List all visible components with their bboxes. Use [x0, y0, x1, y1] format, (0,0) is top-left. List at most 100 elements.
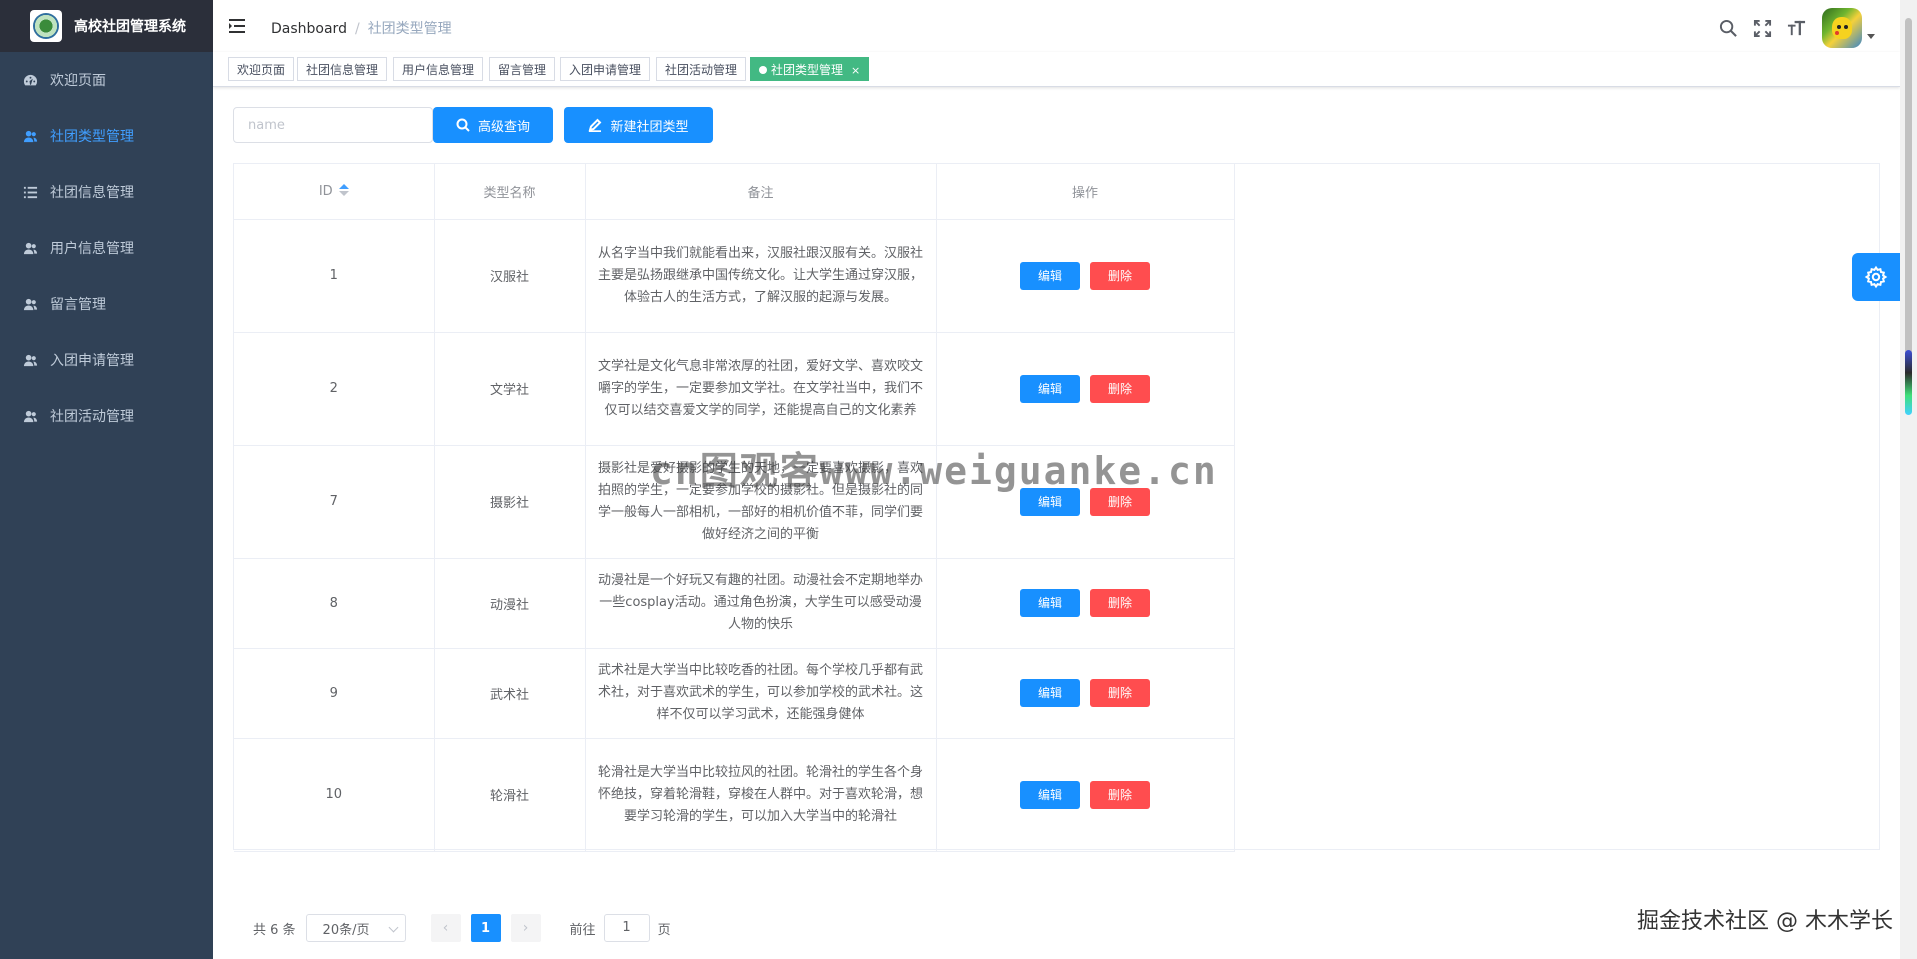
user-icon — [22, 128, 38, 144]
table-row: 10 轮滑社 轮滑社是大学当中比较拉风的社团。轮滑社的学生各个身怀绝技，穿着轮滑… — [234, 738, 1235, 852]
prev-page-button[interactable]: ‹ — [430, 914, 461, 942]
edit-button[interactable]: 编辑 — [1020, 679, 1080, 707]
column-header-name: 类型名称 — [434, 164, 586, 220]
fullscreen-icon[interactable] — [1752, 18, 1772, 38]
navbar-right — [1704, 8, 1875, 48]
user-avatar[interactable] — [1822, 8, 1862, 48]
cell-actions: 编辑 删除 — [936, 219, 1235, 333]
hamburger-icon[interactable] — [228, 17, 246, 35]
cell-remark: 从名字当中我们就能看出来，汉服社跟汉服有关。汉服社主要是弘扬跟继承中国传统文化。… — [585, 219, 937, 333]
dashboard-icon — [22, 72, 38, 88]
tag-applications[interactable]: 入团申请管理 — [560, 57, 651, 81]
search-icon[interactable] — [1718, 18, 1738, 38]
sidebar-item-label: 社团类型管理 — [50, 129, 134, 145]
scroll-indicator-icon — [1905, 350, 1912, 415]
user-icon — [22, 240, 38, 256]
edit-button[interactable]: 编辑 — [1020, 374, 1080, 403]
table-row: 8 动漫社 动漫社是一个好玩又有趣的社团。动漫社会不定期地举办一些cosplay… — [234, 558, 1235, 649]
delete-button[interactable]: 删除 — [1090, 679, 1150, 707]
edit-icon — [589, 118, 602, 132]
page-size-value: 20条/页 — [322, 922, 370, 938]
table-row: 9 武术社 武术社是大学当中比较吃香的社团。每个学校几乎都有武术社，对于喜欢武术… — [234, 648, 1235, 739]
search-icon — [456, 118, 470, 132]
sort-icon[interactable] — [338, 184, 349, 198]
sidebar-item-user-info[interactable]: 用户信息管理 — [0, 220, 213, 276]
delete-button[interactable]: 删除 — [1090, 589, 1150, 617]
sidebar-item-club-info[interactable]: 社团信息管理 — [0, 164, 213, 220]
cell-name: 动漫社 — [434, 558, 586, 649]
pagination: 共 6 条 20条/页 ‹ 1 › 前往 1 页 — [253, 914, 671, 942]
sidebar-item-label: 入团申请管理 — [50, 353, 134, 369]
delete-button[interactable]: 删除 — [1090, 780, 1150, 809]
delete-button[interactable]: 删除 — [1090, 374, 1150, 403]
gear-icon — [1864, 265, 1888, 289]
list-icon — [22, 184, 38, 200]
sidebar-item-label: 用户信息管理 — [50, 241, 134, 257]
column-header-id[interactable]: ID — [234, 164, 435, 220]
table-row: 2 文学社 文学社是文化气息非常浓厚的社团，爱好文学、喜欢咬文嚼字的学生，一定要… — [234, 332, 1235, 446]
breadcrumb-home[interactable]: Dashboard — [271, 21, 347, 37]
cell-id: 10 — [234, 738, 435, 852]
sidebar-item-label: 社团信息管理 — [50, 185, 134, 201]
cell-actions: 编辑 删除 — [936, 648, 1235, 739]
cell-id: 2 — [234, 332, 435, 446]
cell-name: 汉服社 — [434, 219, 586, 333]
brand[interactable]: 高校社团管理系统 — [0, 0, 213, 52]
search-input[interactable] — [233, 107, 433, 143]
delete-button[interactable]: 删除 — [1090, 261, 1150, 290]
navbar: Dashboard / 社团类型管理 — [213, 0, 1917, 52]
tag-messages[interactable]: 留言管理 — [489, 57, 556, 81]
sidebar-item-applications[interactable]: 入团申请管理 — [0, 332, 213, 388]
next-page-button[interactable]: › — [510, 914, 541, 942]
tag-welcome[interactable]: 欢迎页面 — [228, 57, 295, 81]
cell-id: 1 — [234, 219, 435, 333]
edit-button[interactable]: 编辑 — [1020, 780, 1080, 809]
cell-remark: 动漫社是一个好玩又有趣的社团。动漫社会不定期地举办一些cosplay活动。通过角… — [585, 558, 937, 649]
add-club-type-button[interactable]: 新建社团类型 — [564, 107, 713, 143]
active-dot-icon — [759, 65, 767, 74]
cell-actions: 编辑 删除 — [936, 738, 1235, 852]
edit-button[interactable]: 编辑 — [1020, 261, 1080, 290]
cell-id: 8 — [234, 558, 435, 649]
column-header-remark: 备注 — [585, 164, 937, 220]
cell-name: 文学社 — [434, 332, 586, 446]
goto-page-input[interactable]: 1 — [603, 914, 650, 942]
tag-club-type[interactable]: 社团类型管理 × — [750, 57, 870, 81]
breadcrumb-separator: / — [354, 21, 360, 37]
chevron-down-icon — [388, 922, 398, 933]
sidebar-item-messages[interactable]: 留言管理 — [0, 276, 213, 332]
sidebar-item-label: 社团活动管理 — [50, 409, 134, 425]
sidebar-item-club-type[interactable]: 社团类型管理 — [0, 108, 213, 164]
user-icon — [22, 296, 38, 312]
tag-user-info[interactable]: 用户信息管理 — [393, 57, 484, 81]
goto-label: 前往 — [569, 922, 596, 938]
sidebar-item-label: 欢迎页面 — [50, 73, 106, 89]
advanced-query-label: 高级查询 — [477, 119, 530, 135]
pagination-total: 共 6 条 — [253, 922, 296, 938]
edit-button[interactable]: 编辑 — [1020, 589, 1080, 617]
advanced-query-button[interactable]: 高级查询 — [433, 107, 553, 143]
settings-button[interactable] — [1852, 253, 1900, 301]
cell-remark: 武术社是大学当中比较吃香的社团。每个学校几乎都有武术社，对于喜欢武术的学生，可以… — [585, 648, 937, 739]
sidebar-menu: 欢迎页面 社团类型管理 社团信息管理 用户信息管理 留言管理 入团申请管理 社团… — [0, 52, 213, 444]
user-icon — [22, 352, 38, 368]
watermark-center: cn图观客www.weiguanke.cn — [650, 449, 1218, 493]
cell-id: 9 — [234, 648, 435, 739]
page-size-select[interactable]: 20条/页 — [305, 914, 406, 942]
school-logo-icon — [30, 10, 62, 42]
page-number-current[interactable]: 1 — [470, 914, 501, 942]
breadcrumb-current: 社团类型管理 — [367, 21, 452, 37]
cell-id: 7 — [234, 445, 435, 559]
table-row: 1 汉服社 从名字当中我们就能看出来，汉服社跟汉服有关。汉服社主要是弘扬跟继承中… — [234, 219, 1235, 333]
tag-activities[interactable]: 社团活动管理 — [656, 57, 747, 81]
vertical-scrollbar[interactable] — [1900, 0, 1917, 959]
sidebar-item-welcome[interactable]: 欢迎页面 — [0, 52, 213, 108]
chevron-down-icon[interactable] — [1867, 33, 1875, 39]
font-size-icon[interactable] — [1786, 18, 1806, 38]
sidebar: 高校社团管理系统 欢迎页面 社团类型管理 社团信息管理 用户信息管理 留言管理 … — [0, 0, 213, 959]
table-header-row: ID 类型名称 备注 操作 — [234, 164, 1235, 220]
close-icon[interactable]: × — [851, 64, 860, 77]
tag-club-info[interactable]: 社团信息管理 — [297, 57, 388, 81]
page-jumper: 前往 1 页 — [570, 914, 671, 942]
sidebar-item-activities[interactable]: 社团活动管理 — [0, 388, 213, 444]
